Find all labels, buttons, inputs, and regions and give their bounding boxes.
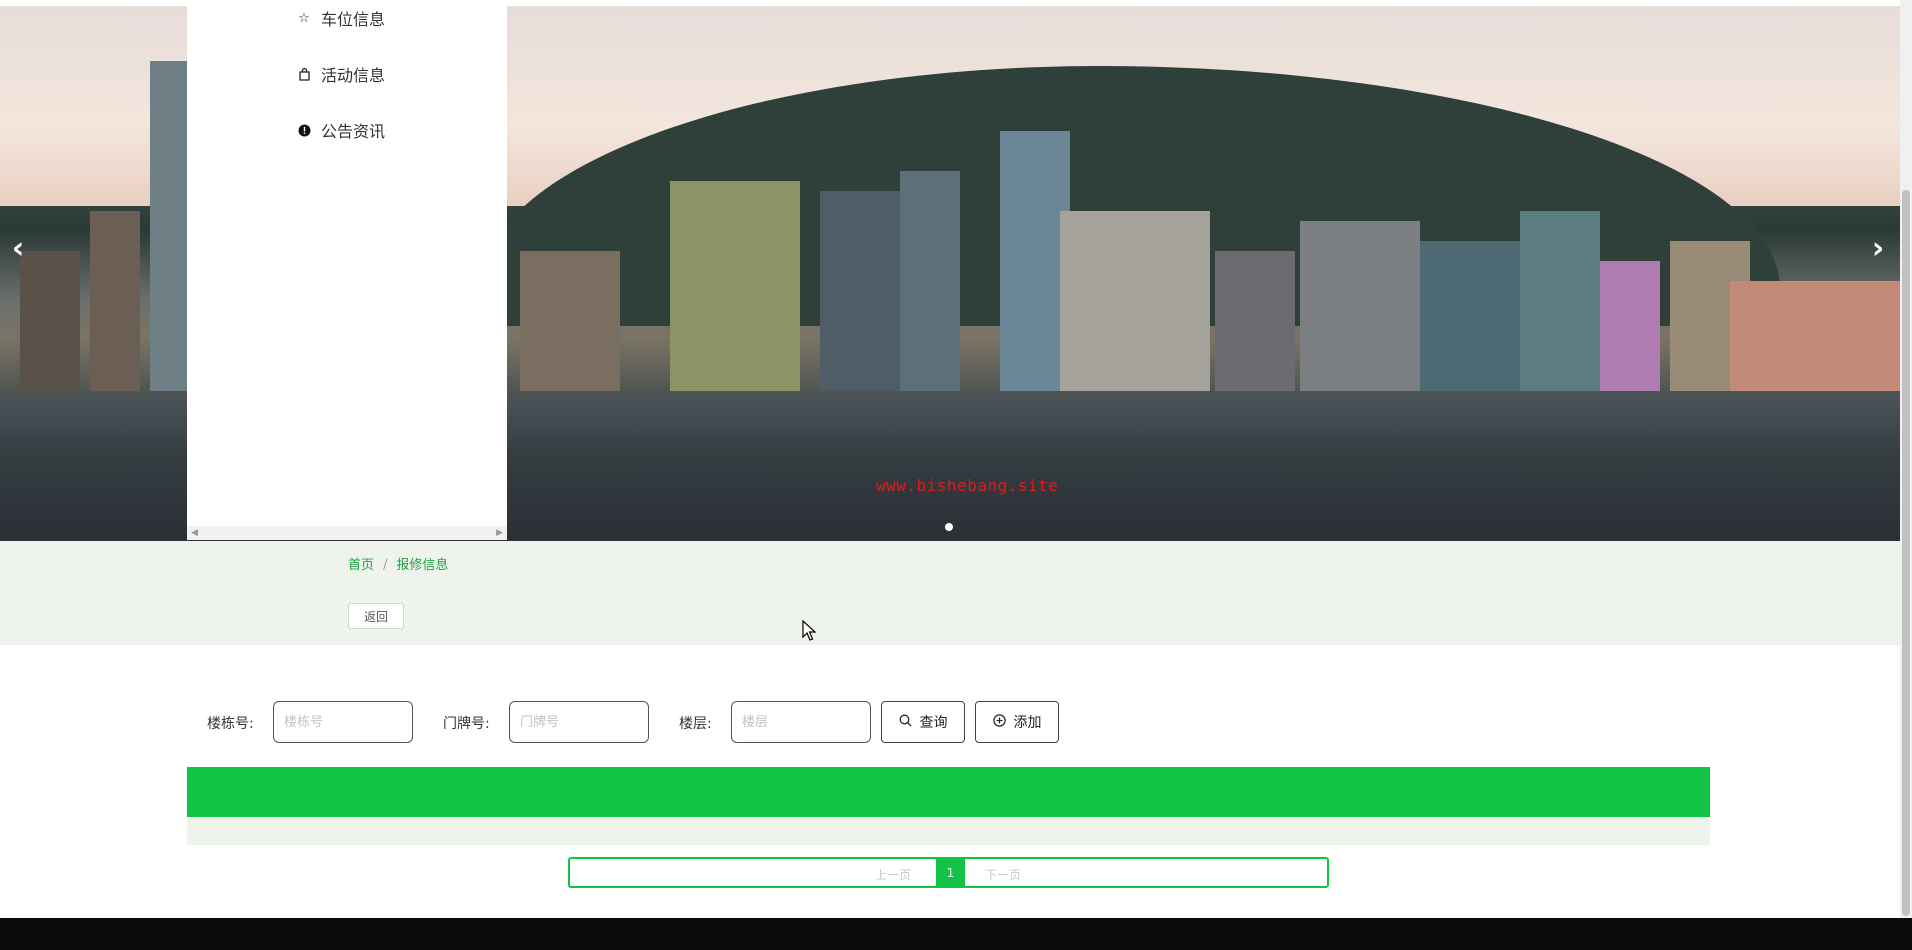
building [1300,221,1420,391]
side-menu: ☆ 车位信息 活动信息 公告资讯 ◀ ▶ [187,0,507,540]
door-label: 门牌号: [443,716,490,732]
menu-item-activity[interactable]: 活动信息 [297,62,385,86]
menu-item-label: 公告资讯 [321,122,386,141]
floor-label: 楼层: [679,716,712,732]
scroll-left-icon: ◀ [191,528,198,538]
plus-circle-icon [992,713,1006,731]
banner-watermark: www.bishebang.site [876,476,1059,495]
side-menu-scrollbar[interactable]: ◀ ▶ [187,526,507,540]
building [1600,261,1660,391]
table-body-empty [187,817,1710,845]
query-label: 查询 [919,715,948,731]
building [520,251,620,391]
back-button[interactable]: 返回 [348,603,404,629]
chevron-left-icon: ‹ [11,231,25,266]
building [20,251,80,391]
breadcrumb-separator: / [383,558,388,573]
floor-input[interactable] [731,701,871,743]
scroll-right-icon: ▶ [496,528,503,538]
scrollbar-thumb[interactable] [1902,190,1910,916]
building [90,211,140,391]
menu-item-label: 车位信息 [321,10,386,29]
building [1520,211,1600,391]
add-label: 添加 [1013,715,1042,731]
breadcrumb-current: 报修信息 [396,558,449,573]
pagination: 上一页 1 下一页 [568,857,1329,888]
breadcrumb-home[interactable]: 首页 [348,558,374,573]
door-input[interactable] [509,701,649,743]
building [1420,241,1520,391]
page-scrollbar[interactable] [1900,0,1912,918]
search-form: 楼栋号: 门牌号: 楼层: 查询 添加 [0,700,1900,744]
breadcrumb: 首页 / 报修信息 [348,554,448,573]
search-icon [899,714,912,731]
page-number-current[interactable]: 1 [936,859,965,886]
footer [0,918,1912,950]
table-header [187,767,1710,817]
prev-page-button[interactable]: 上一页 [875,866,911,883]
query-button[interactable]: 查询 [881,701,965,743]
menu-item-parking[interactable]: ☆ 车位信息 [297,6,385,30]
carousel-indicator-dot[interactable] [945,523,953,531]
building [820,191,900,391]
building [1060,211,1210,391]
exclamation-circle-icon [297,123,311,137]
building [1730,281,1900,391]
add-button[interactable]: 添加 [975,701,1059,743]
menu-item-label: 活动信息 [321,66,386,85]
building [1215,251,1295,391]
carousel-prev-button[interactable]: ‹ [8,234,28,264]
breadcrumb-strip: 首页 / 报修信息 返回 [0,541,1900,645]
building [670,181,800,391]
mouse-cursor-icon [802,620,816,641]
star-icon: ☆ [298,10,310,26]
menu-item-notice[interactable]: 公告资讯 [297,118,385,142]
chevron-right-icon: › [1871,231,1885,266]
building-label: 楼栋号: [207,716,254,732]
building [150,61,190,391]
carousel-next-button[interactable]: › [1868,234,1888,264]
bag-icon [297,67,311,81]
building-input[interactable] [273,701,413,743]
next-page-button[interactable]: 下一页 [985,866,1021,883]
building [900,171,960,391]
